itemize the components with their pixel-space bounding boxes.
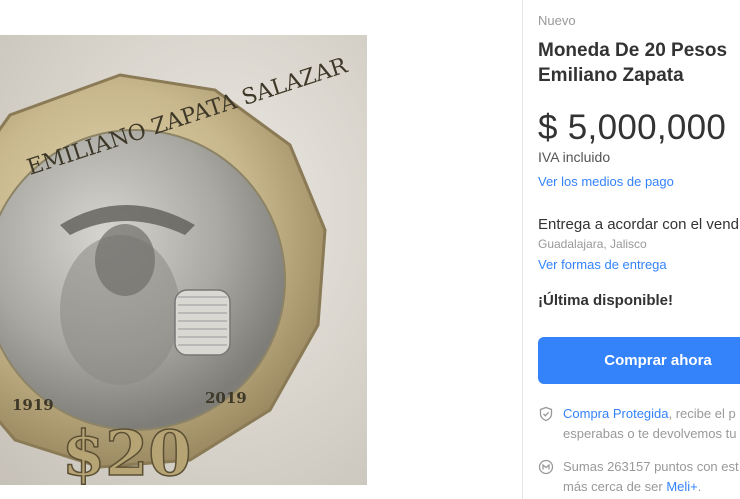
coin-year-left: 1919: [12, 396, 54, 414]
shield-check-icon: [539, 406, 553, 422]
coin-year-right: 2019: [205, 389, 247, 407]
column-divider: [522, 0, 523, 499]
stock-status: ¡Última disponible!: [538, 292, 673, 309]
item-condition: Nuevo: [538, 13, 576, 28]
points-text: Sumas 263157 puntos con est: [563, 459, 739, 474]
product-gallery: EMILIANO ZAPATA SALAZAR 1919 2019 $20: [0, 0, 520, 499]
meli-plus-link[interactable]: Meli+: [666, 479, 697, 494]
points-period: .: [697, 479, 702, 494]
product-title-line2: Emiliano Zapata: [538, 65, 684, 86]
meli-points-icon: [538, 459, 554, 475]
coin-image: EMILIANO ZAPATA SALAZAR 1919 2019 $20: [0, 53, 352, 485]
product-photo[interactable]: EMILIANO ZAPATA SALAZAR 1919 2019 $20: [0, 35, 367, 485]
coin-value: $20: [62, 417, 191, 485]
protection-text: , recibe el p: [668, 406, 736, 421]
product-price: $ 5,000,000: [538, 108, 727, 147]
seller-location: Guadalajara, Jalisco: [538, 237, 647, 251]
buy-now-button[interactable]: Comprar ahora: [538, 337, 740, 384]
product-info-panel: Nuevo Moneda De 20 Pesos Emiliano Zapata…: [538, 0, 740, 499]
tax-note: IVA incluido: [538, 149, 611, 165]
protected-purchase-link[interactable]: Compra Protegida: [563, 406, 669, 421]
product-title-line1: Moneda De 20 Pesos: [538, 40, 728, 61]
shipping-options-link[interactable]: Ver formas de entrega: [538, 257, 667, 272]
payment-methods-link[interactable]: Ver los medios de pago: [538, 174, 674, 189]
product-title: Moneda De 20 Pesos Emiliano Zapata: [538, 38, 740, 88]
points-text-2: más cerca de ser: [563, 479, 667, 494]
protection-text-2: esperabas o te devolvemos tu: [563, 426, 737, 441]
delivery-info: Entrega a acordar con el vend: [538, 216, 739, 233]
